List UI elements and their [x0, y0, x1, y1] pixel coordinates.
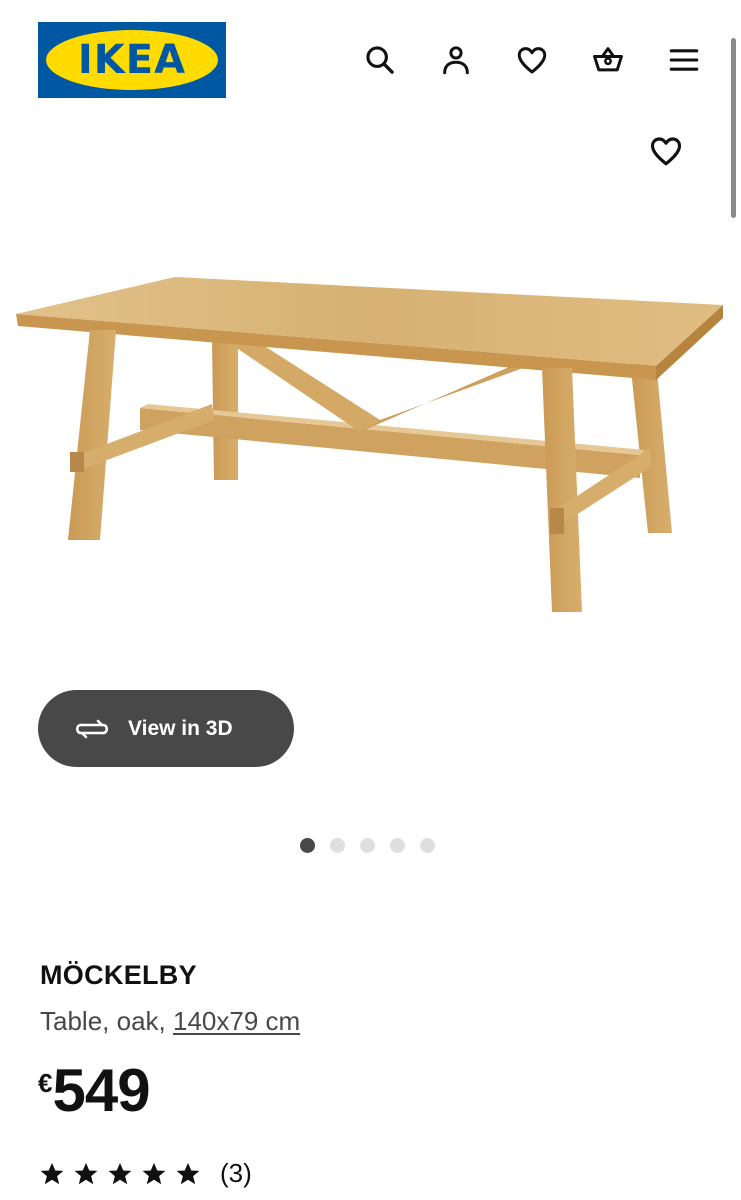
carousel-dot[interactable] [330, 838, 345, 853]
heart-icon [517, 47, 547, 74]
carousel-dot[interactable] [390, 838, 405, 853]
carousel-dot[interactable] [420, 838, 435, 853]
product-description: Table, oak, 140x79 cm [40, 1006, 300, 1037]
product-name: MÖCKELBY [40, 960, 197, 990]
basket-icon [593, 47, 623, 72]
basket-button[interactable] [588, 40, 628, 80]
product-rating[interactable]: (3) [38, 1158, 252, 1189]
carousel-dot[interactable] [360, 838, 375, 853]
rotate-3d-icon [75, 719, 109, 738]
search-button[interactable] [360, 40, 400, 80]
user-icon [443, 46, 469, 75]
star-icon [74, 1162, 98, 1184]
view-in-3d-button[interactable]: View in 3D [38, 690, 294, 767]
menu-icon [669, 49, 699, 71]
price-value: 549 [52, 1057, 150, 1124]
logo-text: IKEA [77, 37, 187, 83]
add-to-favourites-button[interactable] [644, 129, 688, 173]
product-image[interactable] [0, 240, 741, 660]
star-icon [176, 1162, 200, 1184]
star-icon [40, 1162, 64, 1184]
image-carousel-indicator [300, 838, 435, 853]
search-icon [366, 46, 394, 74]
star-icon [108, 1162, 132, 1184]
product-dimensions-link[interactable]: 140x79 cm [173, 1006, 300, 1036]
ikea-logo[interactable]: IKEA [38, 22, 226, 98]
heart-icon [650, 137, 682, 166]
menu-button[interactable] [664, 40, 704, 80]
view-in-3d-label: View in 3D [128, 716, 233, 740]
rating-stars [38, 1160, 202, 1188]
account-button[interactable] [436, 40, 476, 80]
price-currency: € [38, 1068, 53, 1098]
product-price: € 549 [38, 1057, 151, 1124]
scrollbar[interactable] [731, 38, 736, 218]
carousel-dot[interactable] [300, 838, 315, 853]
review-count: (3) [220, 1158, 252, 1188]
table-illustration [16, 277, 723, 612]
favourites-button[interactable] [512, 40, 552, 80]
product-type: Table, oak, [40, 1006, 166, 1036]
header: IKEA [0, 0, 741, 110]
star-icon [142, 1162, 166, 1184]
